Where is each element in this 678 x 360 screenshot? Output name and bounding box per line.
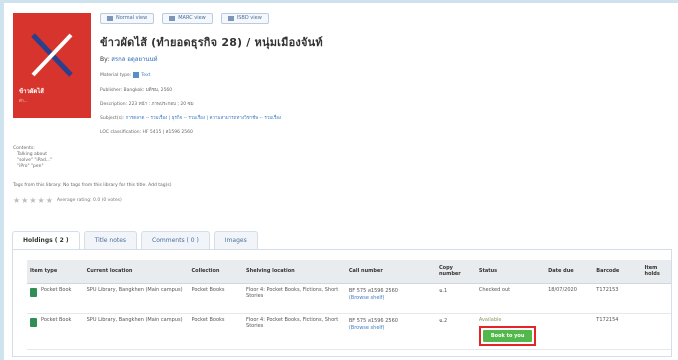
header-collection[interactable]: Collection xyxy=(188,260,244,284)
tab-comments[interactable]: Comments ( 0 ) xyxy=(141,231,210,249)
tags-line: Tags from this library: No tags from thi… xyxy=(13,183,172,188)
place-hold-button[interactable]: Book to you xyxy=(482,329,533,342)
rating: ★★★★★ Average rating: 0.0 (0 votes) xyxy=(13,196,122,205)
header-shelving-location[interactable]: Shelving location xyxy=(243,260,346,284)
browse-shelf-link[interactable]: (Browse shelf) xyxy=(349,295,433,301)
loc-classification: LOC classification: HF 5415 | ส1596 2560 xyxy=(100,130,193,135)
record-tabs: Holdings ( 2 ) Title notes Comments ( 0 … xyxy=(12,231,258,249)
subject-links[interactable]: การตลาด -- รวมเรื่อง | ธุรกิจ -- รวมเรื่… xyxy=(126,116,281,121)
text-type-icon xyxy=(133,72,140,78)
marc-view-tab[interactable]: MARC view xyxy=(162,13,213,24)
holdings-panel: Item type Current location Collection Sh… xyxy=(12,249,672,357)
book-cover[interactable]: ข้าวผัดไส้ ทำ... xyxy=(13,13,91,118)
header-status[interactable]: Status xyxy=(475,260,546,284)
publisher: Publisher: Bangkok: มติชน, 2560 xyxy=(100,88,173,93)
record-author: By: สรกล อดุลยานนท์ xyxy=(100,56,158,63)
subjects: Subject(s): การตลาด -- รวมเรื่อง | ธุรกิ… xyxy=(100,116,282,121)
header-current-location[interactable]: Current location xyxy=(83,260,189,284)
highlight-box: Book to you xyxy=(478,325,537,346)
tab-images[interactable]: Images xyxy=(213,231,258,249)
contents-block: Contents: Talking about "solve" "iPad...… xyxy=(13,146,53,169)
holdings-table: Item type Current location Collection Sh… xyxy=(27,260,671,350)
rating-stars[interactable]: ★★★★★ xyxy=(13,196,54,205)
description: Description: 223 หน้า : ภาพประกอบ ; 20 ซ… xyxy=(100,102,194,107)
table-header-row: Item type Current location Collection Sh… xyxy=(27,260,671,284)
material-type: Material type: Text xyxy=(100,72,151,78)
book-icon xyxy=(30,287,37,297)
tab-title-notes[interactable]: Title notes xyxy=(83,231,138,249)
header-item-holds[interactable]: Item holds xyxy=(641,260,671,284)
tab-holdings[interactable]: Holdings ( 2 ) xyxy=(12,231,80,249)
view-switcher: Normal view MARC view ISBD view xyxy=(100,13,269,24)
author-link[interactable]: สรกล อดุลยานนท์ xyxy=(111,56,157,63)
isbd-view-tab[interactable]: ISBD view xyxy=(220,13,269,24)
header-call-number[interactable]: Call number xyxy=(345,260,436,284)
cover-subtitle: ทำ... xyxy=(19,98,28,103)
browse-shelf-link[interactable]: (Browse shelf) xyxy=(349,325,433,331)
normal-view-icon xyxy=(107,16,113,21)
isbd-view-icon xyxy=(227,16,234,21)
normal-view-tab[interactable]: Normal view xyxy=(100,13,155,24)
table-row: Pocket Book SPU Library, Bangkhen (Main … xyxy=(27,283,671,314)
cover-title: ข้าวผัดไส้ xyxy=(19,88,44,95)
header-date-due[interactable]: Date due xyxy=(545,260,594,284)
marc-view-icon xyxy=(169,16,176,21)
header-item-type[interactable]: Item type xyxy=(27,260,84,284)
table-row: Pocket Book SPU Library, Bangkhen (Main … xyxy=(27,313,671,350)
book-icon xyxy=(30,317,37,327)
header-copy-number[interactable]: Copy number xyxy=(436,260,476,284)
record-title: ข้าวผัดไส้ (ทำยอดธุรกิจ 28) / หนุ่มเมือง… xyxy=(100,36,323,49)
header-barcode[interactable]: Barcode xyxy=(593,260,642,284)
